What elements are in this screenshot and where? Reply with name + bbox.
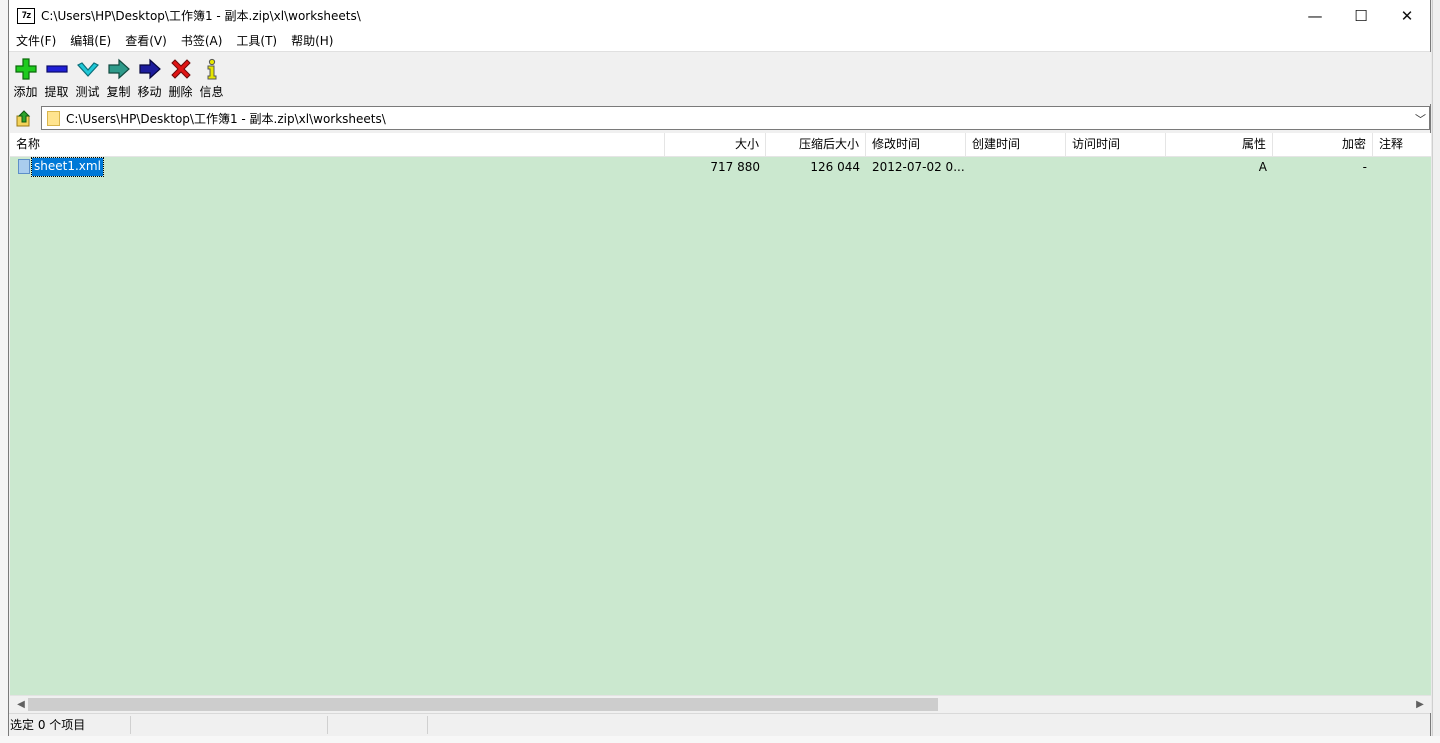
column-header-size[interactable]: 大小 bbox=[665, 133, 766, 156]
xml-file-icon bbox=[18, 159, 30, 174]
horizontal-scrollbar[interactable]: ◀ ▶ bbox=[10, 695, 1431, 713]
background-window-right bbox=[1432, 0, 1440, 743]
move-button[interactable]: 移动 bbox=[134, 52, 165, 100]
scroll-right-icon[interactable]: ▶ bbox=[1413, 696, 1427, 713]
background-window-left bbox=[0, 0, 8, 743]
window-title: C:\Users\HP\Desktop\工作簿1 - 副本.zip\xl\wor… bbox=[41, 9, 361, 23]
delete-label: 删除 bbox=[168, 85, 193, 99]
column-header-encrypted[interactable]: 加密 bbox=[1273, 133, 1373, 156]
column-header-name[interactable]: 名称 bbox=[10, 133, 665, 156]
column-header-comment[interactable]: 注释 bbox=[1373, 133, 1431, 156]
file-comment bbox=[1373, 156, 1431, 178]
info-label: 信息 bbox=[199, 85, 224, 99]
add-button[interactable]: 添加 bbox=[10, 52, 41, 100]
maximize-button[interactable]: ☐ bbox=[1338, 0, 1384, 31]
menu-view[interactable]: 查看(V) bbox=[118, 31, 174, 51]
extract-button[interactable]: 提取 bbox=[41, 52, 72, 100]
file-modified: 2012-07-02 0... bbox=[872, 160, 965, 174]
minimize-button[interactable]: — bbox=[1292, 0, 1338, 31]
list-header: 名称 大小 压缩后大小 修改时间 创建时间 访问时间 属性 加密 注释 bbox=[10, 133, 1431, 157]
test-check-icon bbox=[76, 57, 100, 81]
add-label: 添加 bbox=[13, 85, 38, 99]
menu-bookmarks[interactable]: 书签(A) bbox=[174, 31, 230, 51]
copy-label: 复制 bbox=[106, 85, 131, 99]
test-label: 测试 bbox=[75, 85, 100, 99]
info-button[interactable]: 信息 bbox=[196, 52, 227, 100]
file-size: 717 880 bbox=[710, 160, 760, 174]
up-folder-button[interactable] bbox=[11, 108, 37, 130]
file-packed-size: 126 044 bbox=[810, 160, 860, 174]
file-created bbox=[966, 156, 1066, 178]
column-header-packed-size[interactable]: 压缩后大小 bbox=[766, 133, 866, 156]
move-label: 移动 bbox=[137, 85, 162, 99]
toolbar: 添加 提取 测试 复制 移动 删除 信息 bbox=[9, 52, 1431, 104]
copy-button[interactable]: 复制 bbox=[103, 52, 134, 100]
title-bar[interactable]: 7z C:\Users\HP\Desktop\工作簿1 - 副本.zip\xl\… bbox=[9, 0, 1430, 31]
status-bar: 选定 0 个项目 bbox=[9, 713, 1430, 736]
menu-bar: 文件(F) 编辑(E) 查看(V) 书签(A) 工具(T) 帮助(H) bbox=[9, 31, 1430, 52]
scroll-left-icon[interactable]: ◀ bbox=[14, 696, 28, 713]
menu-help[interactable]: 帮助(H) bbox=[284, 31, 340, 51]
column-header-accessed[interactable]: 访问时间 bbox=[1066, 133, 1166, 156]
7zip-file-manager-window: 7z C:\Users\HP\Desktop\工作簿1 - 副本.zip\xl\… bbox=[8, 0, 1431, 736]
delete-button[interactable]: 删除 bbox=[165, 52, 196, 100]
move-arrow-icon bbox=[138, 57, 162, 81]
folder-icon bbox=[47, 110, 60, 126]
address-bar: C:\Users\HP\Desktop\工作簿1 - 副本.zip\xl\wor… bbox=[9, 105, 1430, 131]
background-window-bottom bbox=[0, 736, 1440, 743]
column-header-attributes[interactable]: 属性 bbox=[1166, 133, 1273, 156]
7zip-app-icon: 7z bbox=[17, 7, 35, 24]
close-button[interactable]: ✕ bbox=[1384, 0, 1430, 31]
chevron-down-icon[interactable]: ﹀ bbox=[1415, 111, 1426, 127]
menu-file[interactable]: 文件(F) bbox=[9, 31, 63, 51]
file-attributes: A bbox=[1258, 160, 1267, 174]
column-header-modified[interactable]: 修改时间 bbox=[866, 133, 966, 156]
window-controls: — ☐ ✕ bbox=[1292, 0, 1430, 31]
table-row[interactable]: sheet1.xml 717 880 126 044 2012-07-02 0.… bbox=[10, 156, 1431, 178]
extract-label: 提取 bbox=[44, 85, 69, 99]
path-combobox[interactable]: C:\Users\HP\Desktop\工作簿1 - 副本.zip\xl\wor… bbox=[41, 106, 1430, 130]
menu-tools[interactable]: 工具(T) bbox=[229, 31, 284, 51]
info-icon bbox=[200, 57, 224, 81]
path-text: C:\Users\HP\Desktop\工作簿1 - 副本.zip\xl\wor… bbox=[66, 111, 386, 126]
copy-arrow-icon bbox=[107, 57, 131, 81]
file-list[interactable]: 名称 大小 压缩后大小 修改时间 创建时间 访问时间 属性 加密 注释 shee… bbox=[10, 133, 1431, 695]
status-segment-2 bbox=[130, 716, 328, 734]
file-name[interactable]: sheet1.xml bbox=[31, 157, 104, 177]
column-header-created[interactable]: 创建时间 bbox=[966, 133, 1066, 156]
status-selection: 选定 0 个项目 bbox=[9, 716, 131, 734]
add-plus-icon bbox=[14, 57, 38, 81]
file-encrypted: - bbox=[1362, 160, 1367, 174]
status-segment-3 bbox=[327, 716, 428, 734]
extract-minus-icon bbox=[45, 57, 69, 81]
delete-x-icon bbox=[169, 57, 193, 81]
up-arrow-icon bbox=[16, 110, 31, 127]
menu-edit[interactable]: 编辑(E) bbox=[63, 31, 118, 51]
test-button[interactable]: 测试 bbox=[72, 52, 103, 100]
scrollbar-thumb[interactable] bbox=[28, 698, 938, 711]
file-accessed bbox=[1066, 156, 1166, 178]
